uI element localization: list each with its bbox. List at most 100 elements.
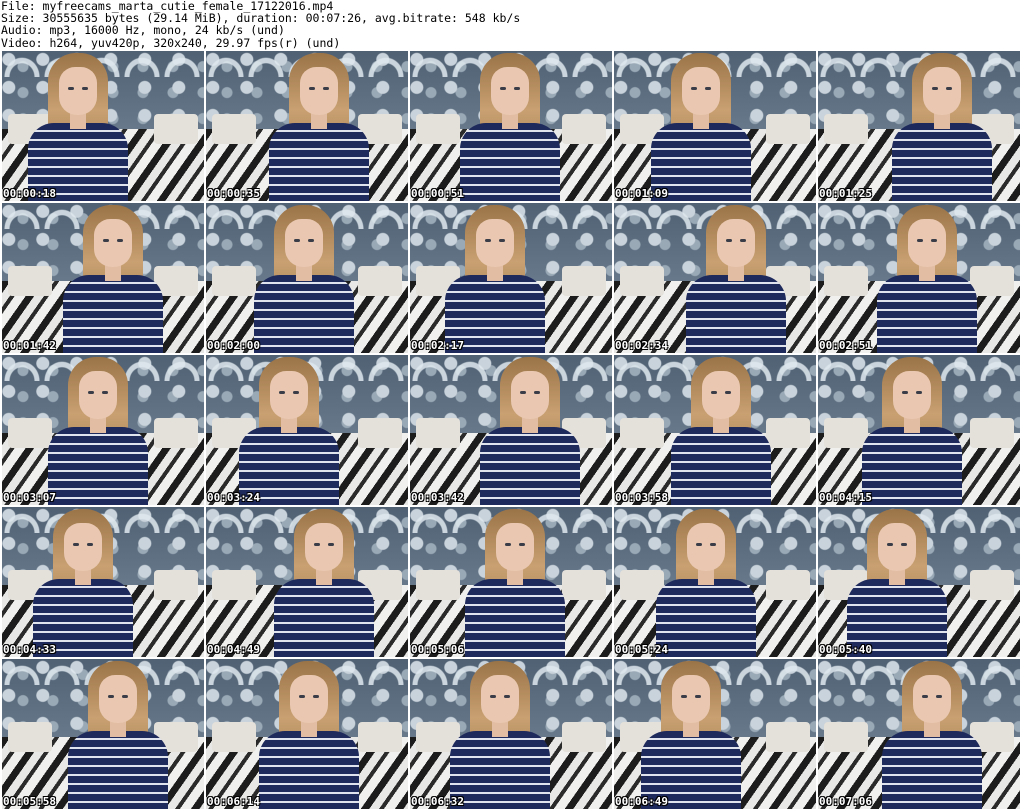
eye [499,239,505,242]
striped-shirt [269,123,369,201]
eye [519,543,525,546]
frame-timestamp: 00:01:09 [615,187,668,200]
striped-shirt [254,275,354,353]
face [878,523,916,571]
person-figure [455,507,575,657]
video-frame-thumbnail: 00:02:17 [410,203,612,353]
eye [88,391,94,394]
face [79,371,117,419]
striped-shirt [63,275,163,353]
eye [102,391,108,394]
striped-shirt [274,579,374,657]
eye [901,543,907,546]
eye [87,543,93,546]
frame-timestamp: 00:03:07 [3,491,56,504]
face [290,675,328,723]
person-figure [882,51,1002,201]
person-figure [38,355,158,505]
video-frame-thumbnail: 00:04:33 [2,507,204,657]
video-frame-thumbnail: 00:05:24 [614,507,816,657]
video-frame-thumbnail: 00:06:14 [206,659,408,809]
eye [82,87,88,90]
pillow [358,266,402,296]
face [94,219,132,267]
eye [902,391,908,394]
person-figure [872,659,992,809]
person-figure [259,51,379,201]
pillow [212,114,256,144]
eye [696,543,702,546]
video-frame-thumbnail: 00:06:32 [410,659,612,809]
pillow [154,114,198,144]
frame-timestamp: 00:00:35 [207,187,260,200]
eye [681,695,687,698]
striped-shirt [671,427,771,505]
striped-shirt [656,579,756,657]
video-frame-thumbnail: 00:03:42 [410,355,612,505]
video-frame-thumbnail: 00:04:49 [206,507,408,657]
striped-shirt [892,123,992,201]
face [923,67,961,115]
frame-timestamp: 00:04:33 [3,643,56,656]
face [481,675,519,723]
striped-shirt [450,731,550,809]
striped-shirt [68,731,168,809]
face [285,219,323,267]
striped-shirt [480,427,580,505]
pillow [970,570,1014,600]
person-figure [450,51,570,201]
frame-timestamp: 00:05:58 [3,795,56,808]
frame-timestamp: 00:01:42 [3,339,56,352]
person-figure [646,507,766,657]
pillow [766,114,810,144]
frame-timestamp: 00:00:18 [3,187,56,200]
person-figure [676,203,796,353]
person-figure [867,203,987,353]
eye [504,695,510,698]
face [496,523,534,571]
eye [505,543,511,546]
pillow [154,418,198,448]
eye [279,391,285,394]
person-figure [249,659,369,809]
eye [117,239,123,242]
face [702,371,740,419]
eye [931,239,937,242]
pillow [766,722,810,752]
video-frame-thumbnail: 00:03:07 [2,355,204,505]
video-frame-thumbnail: 00:03:58 [614,355,816,505]
frame-timestamp: 00:04:49 [207,643,260,656]
video-info-line: Video: h264, yuv420p, 320x240, 29.97 fps… [1,35,341,50]
eye [68,87,74,90]
video-frame-thumbnail: 00:05:40 [818,507,1020,657]
video-frame-thumbnail: 00:06:49 [614,659,816,809]
eye [711,391,717,394]
pillow [358,418,402,448]
person-figure [264,507,384,657]
frame-timestamp: 00:06:14 [207,795,260,808]
video-frame-thumbnail: 00:00:18 [2,51,204,201]
pillow [154,570,198,600]
eye [946,87,952,90]
eye [932,87,938,90]
audio-info-line: Audio: mp3, 16000 Hz, mono, 24 kb/s (und… [1,23,285,38]
face [717,219,755,267]
video-frame-thumbnail: 00:00:35 [206,51,408,201]
frame-timestamp: 00:03:42 [411,491,464,504]
striped-shirt [686,275,786,353]
frame-timestamp: 00:00:51 [411,187,464,200]
frame-timestamp: 00:02:51 [819,339,872,352]
striped-shirt [877,275,977,353]
eye [726,239,732,242]
pillow [416,418,460,448]
person-figure [852,355,972,505]
eye [73,543,79,546]
pillow [8,722,52,752]
frame-timestamp: 00:06:49 [615,795,668,808]
person-figure [23,507,143,657]
pillow [620,266,664,296]
eye [922,695,928,698]
face [893,371,931,419]
eye [917,239,923,242]
pillow [416,570,460,600]
